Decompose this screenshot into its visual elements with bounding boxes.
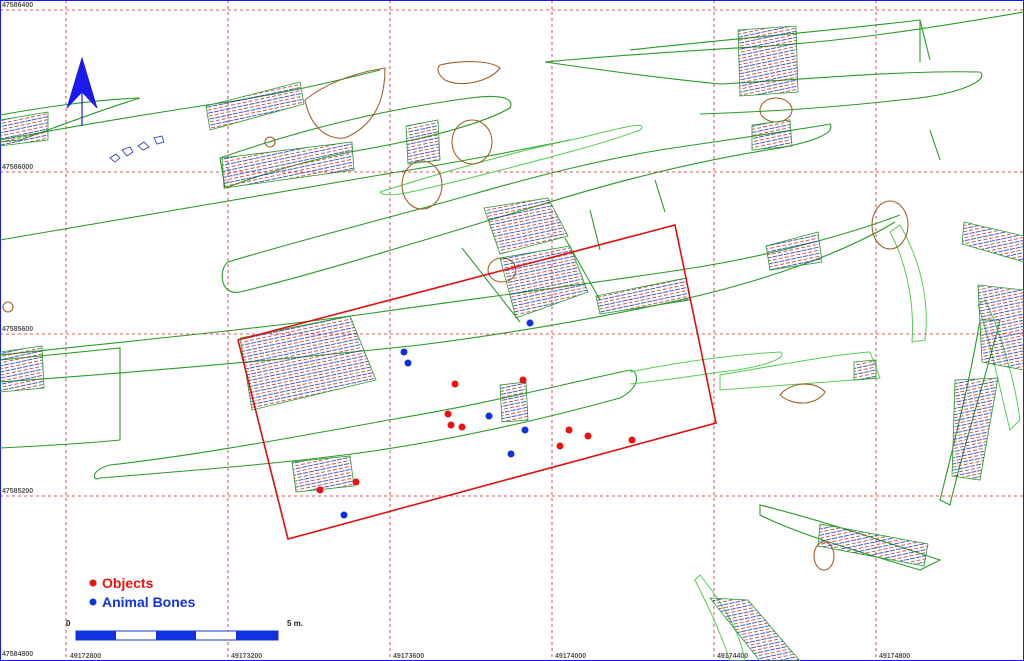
object-point <box>556 442 564 450</box>
object-point <box>584 432 592 440</box>
hatch-16 <box>977 284 1024 371</box>
x-label-3: 49173600 <box>393 653 424 660</box>
hatch-3 <box>205 81 305 131</box>
pit-1 <box>304 67 386 139</box>
hatch-19 <box>709 597 801 661</box>
outline-2 <box>121 146 134 157</box>
map-frame <box>0 0 1024 661</box>
map-legend: Objects Animal Bones <box>89 575 196 610</box>
object-point <box>565 426 573 434</box>
hatch-14 <box>499 381 529 423</box>
pit-11 <box>2 301 14 313</box>
y-label-4: 47585200 <box>2 488 33 495</box>
bone-point <box>507 450 515 458</box>
x-label-4: 49174000 <box>555 653 586 660</box>
bones-legend-icon <box>89 598 97 606</box>
objects-legend-label: Objects <box>102 575 154 591</box>
object-point <box>458 423 466 431</box>
bone-point <box>485 412 493 420</box>
y-label-1: 47586400 <box>2 2 33 9</box>
hatch-2 <box>221 141 355 189</box>
hatch-13 <box>291 455 355 493</box>
y-label-3: 47585600 <box>2 326 33 333</box>
bone-point <box>400 348 408 356</box>
hatch-9 <box>595 277 691 315</box>
outline-3 <box>137 141 150 151</box>
bone-point <box>404 359 412 367</box>
pit-2 <box>437 61 501 85</box>
bone-point <box>340 511 348 519</box>
scale-end-label: 5 m. <box>287 619 303 628</box>
scale-bar: 0 5 m. <box>66 619 303 641</box>
objects-legend-icon <box>89 579 97 587</box>
object-point <box>444 410 452 418</box>
hatch-6 <box>751 119 793 151</box>
hatch-8 <box>499 245 589 319</box>
light-features <box>379 124 1021 661</box>
bone-point <box>521 426 529 434</box>
object-point <box>447 421 455 429</box>
grid-labels: 47586400 47586000 47585600 47585200 4758… <box>2 2 910 660</box>
small-finds-outline <box>109 135 165 163</box>
hatch-15 <box>961 221 1024 263</box>
hatch-18 <box>817 523 929 567</box>
hatch-12 <box>0 345 45 393</box>
feature-lower-ditch <box>93 369 638 480</box>
pit-8 <box>779 383 826 404</box>
x-label-2: 49173200 <box>231 653 262 660</box>
coordinate-grid <box>0 0 1024 661</box>
x-label-6: 49174800 <box>879 653 910 660</box>
y-label-5: 47584800 <box>2 651 33 658</box>
objects-points <box>316 376 636 494</box>
hatch-20 <box>853 359 877 381</box>
light-feature-4 <box>889 224 927 343</box>
hatch-7 <box>483 197 569 255</box>
outline-1 <box>109 153 121 163</box>
north-arrow-icon <box>66 56 98 126</box>
hatch-10 <box>765 231 823 271</box>
object-point <box>352 478 360 486</box>
hatch-11 <box>239 315 377 411</box>
hatch-1 <box>0 111 49 147</box>
outline-4 <box>153 135 165 145</box>
hatch-4 <box>405 119 441 165</box>
x-label-1: 49172800 <box>70 653 101 660</box>
object-point <box>628 436 636 444</box>
object-point <box>451 380 459 388</box>
object-point <box>316 486 324 494</box>
pit-3 <box>451 119 493 165</box>
y-label-2: 47586000 <box>2 164 33 171</box>
bones-legend-label: Animal Bones <box>102 594 196 610</box>
site-plan-map: 47586400 47586000 47585600 47585200 4758… <box>0 0 1024 661</box>
hatch-5 <box>737 25 799 97</box>
hatched-sections <box>0 25 1024 661</box>
bone-point <box>526 319 534 327</box>
object-point <box>519 376 527 384</box>
hatch-17 <box>951 377 999 481</box>
feature-ditch-mid-2 <box>0 221 896 383</box>
scale-start-label: 0 <box>66 619 71 628</box>
feature-long-2 <box>0 69 381 141</box>
